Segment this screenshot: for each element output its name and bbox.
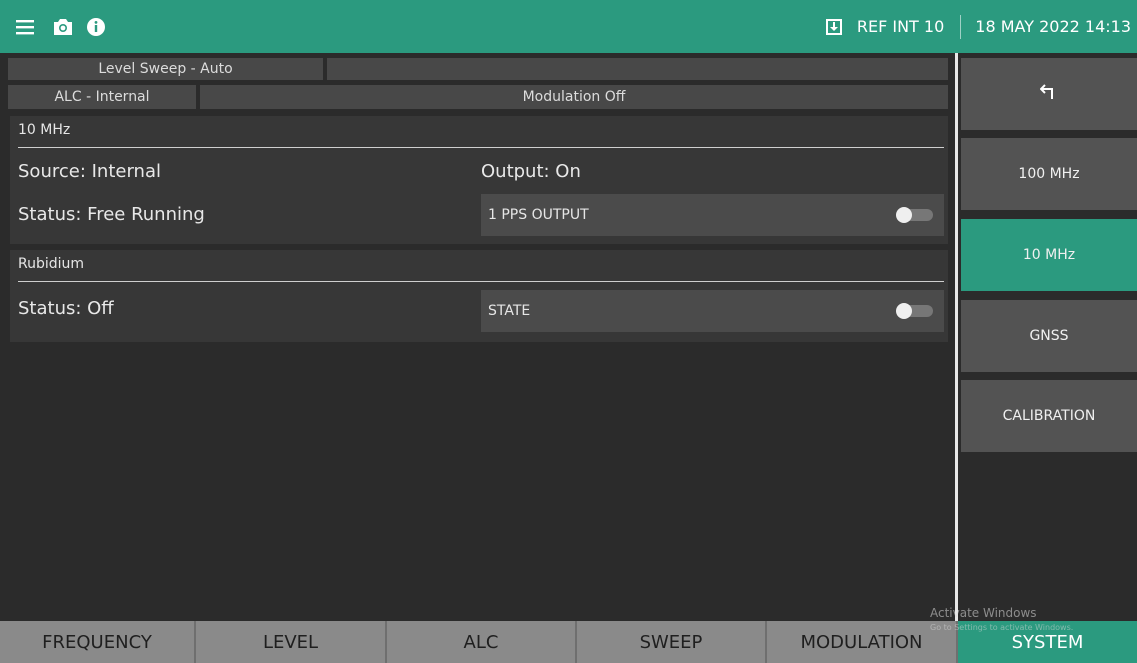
tab-label: SYSTEM [1011,631,1084,653]
pps-output-toggle[interactable]: 1 PPS OUTPUT [481,194,944,236]
toggle-label: STATE [488,303,531,319]
toggle-switch[interactable] [896,303,934,319]
toggle-label: 1 PPS OUTPUT [488,207,589,223]
divider [18,147,944,148]
main-content: Level Sweep - Auto ALC - Internal Modula… [0,53,955,621]
activation-watermark: Activate Windows [930,606,1037,620]
alc-status: ALC - Internal [8,85,198,109]
tab-label: LEVEL [262,631,319,653]
sidebar-item-gnss[interactable]: GNSS [961,300,1137,372]
sidebar-item-10mhz[interactable]: 10 MHz [961,219,1137,291]
datetime: 18 MAY 2022 14:13 [975,17,1131,36]
status-label: Status: Off [18,298,114,319]
back-button[interactable] [961,58,1137,130]
tab-sweep[interactable]: SWEEP [577,621,767,663]
tab-frequency[interactable]: FREQUENCY [0,621,196,663]
download-box-icon [823,17,845,37]
tab-label: MODULATION [800,631,923,653]
reference-status[interactable]: REF INT 10 [823,17,944,37]
modulation-status: Modulation Off [200,85,948,109]
status-label: Status: Free Running [18,204,205,225]
hamburger-menu-icon[interactable] [16,18,38,36]
sidebar-item-label: GNSS [1029,328,1069,344]
status-blank [327,58,948,80]
sidebar-item-label: 100 MHz [1018,166,1080,182]
source-label: Source: Internal [18,161,161,182]
panel-rubidium: Rubidium Status: Off STATE [10,250,948,342]
top-bar: REF INT 10 18 MAY 2022 14:13 [0,0,1137,53]
tab-level[interactable]: LEVEL [196,621,387,663]
panel-title: 10 MHz [18,122,71,138]
sidebar-item-label: CALIBRATION [1002,408,1096,424]
ref-label: REF INT 10 [856,17,945,36]
sidebar: 100 MHz 10 MHz GNSS CALIBRATION [958,53,1137,621]
divider [960,14,962,39]
sidebar-item-calibration[interactable]: CALIBRATION [961,380,1137,452]
level-sweep-status: Level Sweep - Auto [8,58,325,80]
panel-10mhz: 10 MHz Source: Internal Output: On Statu… [10,116,948,244]
tab-label: ALC [463,631,499,653]
tab-label: FREQUENCY [42,631,152,653]
toggle-switch[interactable] [896,207,934,223]
tab-alc[interactable]: ALC [387,621,577,663]
sidebar-item-100mhz[interactable]: 100 MHz [961,138,1137,210]
return-arrow-icon [1039,83,1058,105]
camera-icon[interactable] [52,17,74,37]
tab-label: SWEEP [639,631,703,653]
info-icon[interactable] [86,17,106,37]
divider [18,281,944,282]
activation-watermark-sub: Go to Settings to activate Windows. [930,623,1074,632]
output-label: Output: On [481,161,581,182]
sidebar-item-label: 10 MHz [1022,247,1076,263]
panel-title: Rubidium [18,256,85,272]
rubidium-state-toggle[interactable]: STATE [481,290,944,332]
